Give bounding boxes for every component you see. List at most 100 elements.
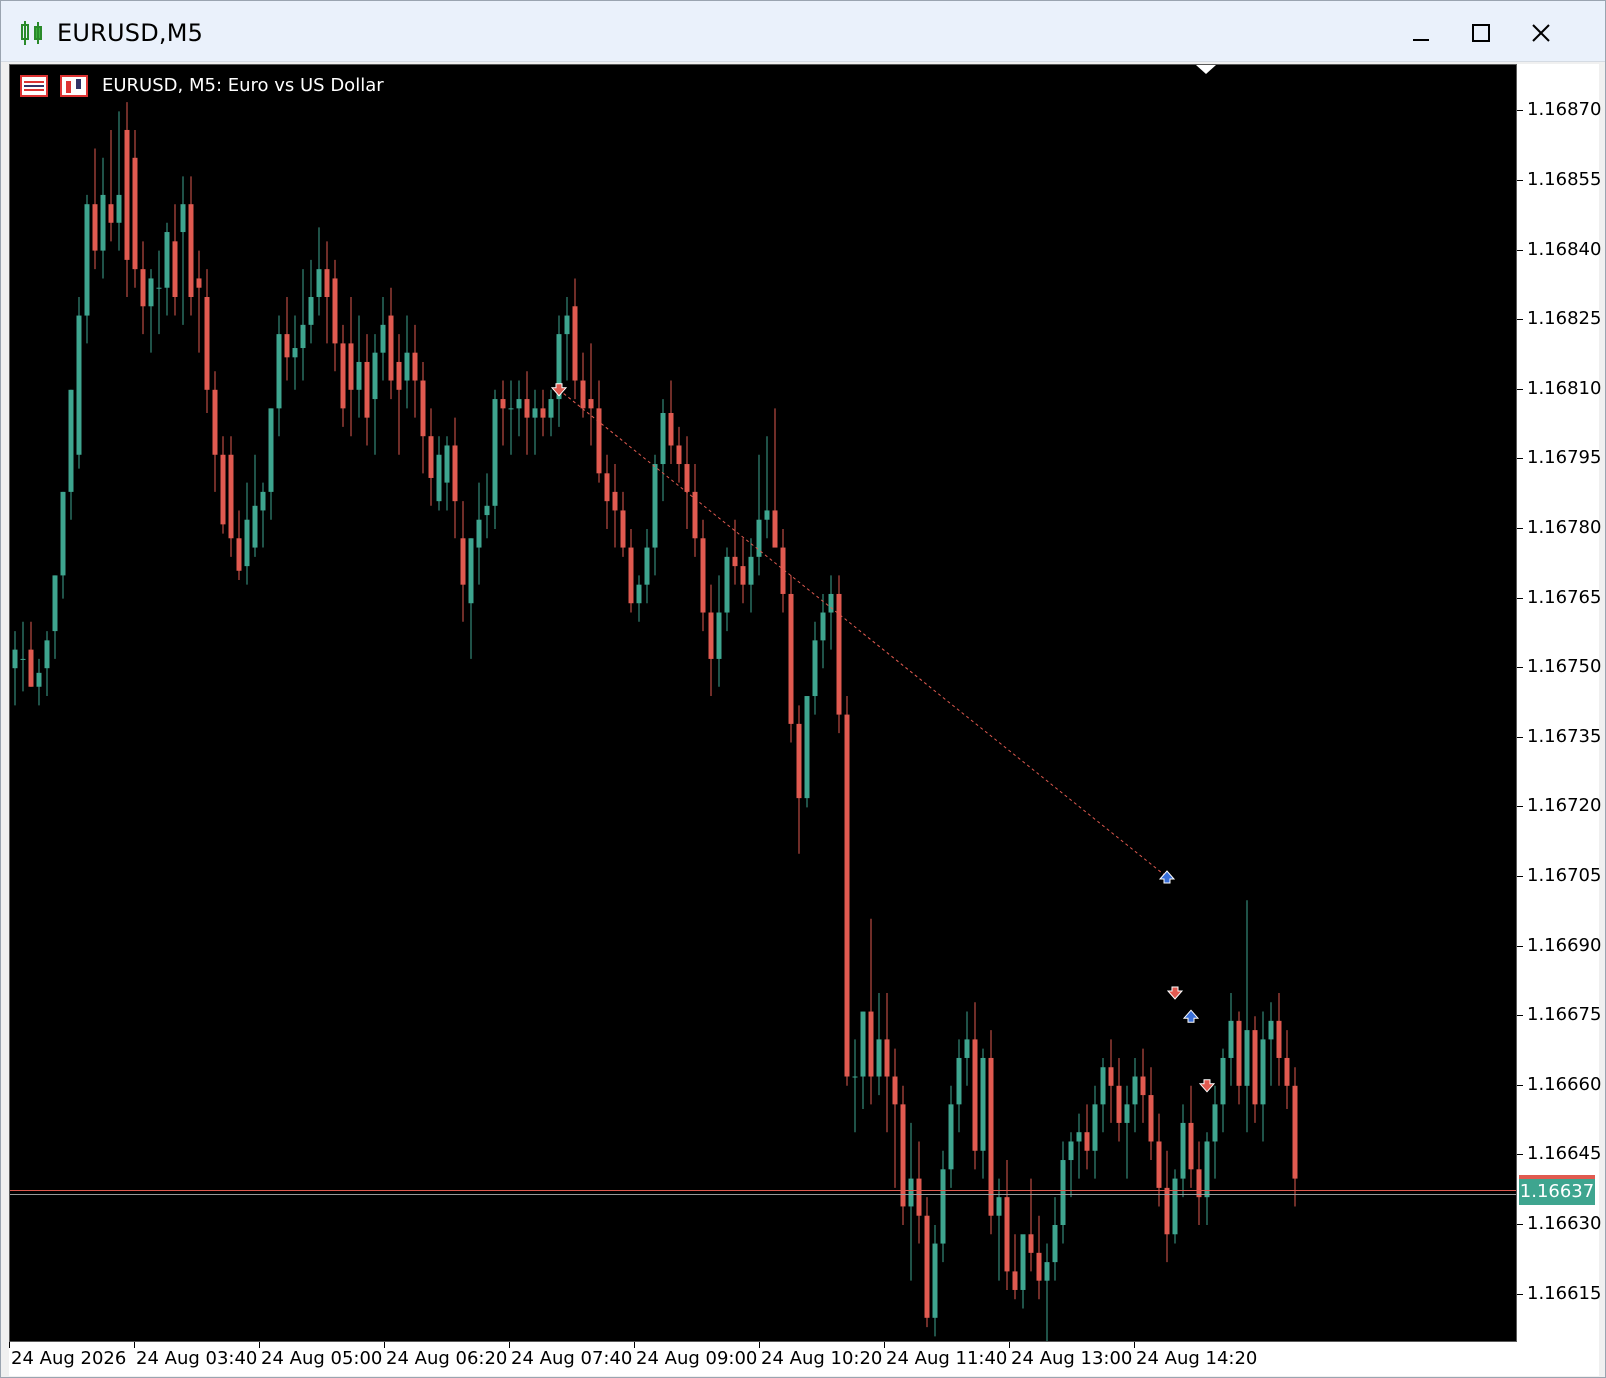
candle (828, 575, 834, 650)
candle (228, 436, 234, 557)
candle-body (348, 343, 354, 390)
trade-history-line[interactable] (558, 389, 1168, 878)
price-label: 1.16795 (1527, 447, 1602, 469)
trade-panel-icon[interactable] (20, 75, 48, 97)
candle (420, 361, 426, 474)
candle-body (372, 352, 378, 400)
candle (1180, 1104, 1186, 1198)
candle (1140, 1048, 1146, 1123)
candle (948, 1085, 954, 1188)
candle-body (500, 399, 506, 409)
candle-body (404, 352, 410, 381)
candle (180, 176, 186, 325)
close-button[interactable] (1511, 13, 1571, 53)
sell-arrow-icon[interactable] (1198, 1079, 1216, 1093)
candle-body (124, 129, 130, 260)
time-label: 24 Aug 14:20 (1136, 1348, 1258, 1369)
price-tick (1517, 597, 1523, 599)
price-chart[interactable]: EURUSD, M5: Euro vs US Dollar (9, 64, 1517, 1342)
candle-body (1108, 1067, 1114, 1086)
price-scale[interactable]: 1.16870 1.16855 1.16840 1.16825 1.16810 1.167… (1517, 64, 1602, 1342)
candle-body (916, 1178, 922, 1216)
candle-body (1292, 1085, 1298, 1179)
candle (564, 297, 570, 381)
candle-body (1180, 1122, 1186, 1179)
buy-arrow-icon[interactable] (1158, 870, 1176, 884)
candle (164, 222, 170, 316)
price-label: 1.16750 (1527, 656, 1602, 678)
candle (540, 389, 546, 437)
time-tick (634, 1342, 635, 1348)
candle (548, 389, 554, 437)
candle-body (156, 287, 162, 289)
candle-body (764, 510, 770, 520)
candle-body (1020, 1234, 1026, 1290)
candle-body (196, 278, 202, 288)
candle (692, 464, 698, 557)
candle (404, 315, 410, 409)
candle-body (1052, 1225, 1058, 1263)
candle (452, 417, 458, 539)
candle-body (1244, 1030, 1250, 1086)
chart-area[interactable]: EURUSD, M5: Euro vs US Dollar 1.16870 1.1… (9, 64, 1602, 1376)
candle-body (1236, 1020, 1242, 1086)
time-tick (259, 1342, 260, 1348)
shift-marker-icon[interactable] (1196, 65, 1216, 75)
candle-body (828, 593, 834, 613)
candle (900, 1085, 906, 1225)
minimize-button[interactable] (1391, 13, 1451, 53)
candle (364, 334, 370, 446)
candle (812, 621, 818, 715)
time-scale[interactable]: 24 Aug 2026 24 Aug 03:40 24 Aug 05:00 24 Au… (9, 1342, 1517, 1376)
candle-body (852, 1076, 858, 1078)
candle (796, 705, 802, 854)
candle (324, 241, 330, 344)
maximize-button[interactable] (1451, 13, 1511, 53)
time-tick (1134, 1342, 1135, 1348)
price-tick (1517, 736, 1523, 738)
time-label: 24 Aug 07:40 (511, 1348, 633, 1369)
buy-arrow-icon[interactable] (1182, 1009, 1200, 1023)
candles-layer[interactable] (10, 65, 1516, 1341)
candle (1044, 1243, 1050, 1341)
candle (652, 454, 658, 576)
current-price-tag: 1.16637 (1519, 1178, 1595, 1205)
candle-body (388, 315, 394, 381)
price-tick (1517, 806, 1523, 808)
candle-body (628, 547, 634, 604)
candle (620, 491, 626, 557)
candle (1204, 1132, 1210, 1225)
candle (68, 389, 74, 520)
candle (1188, 1085, 1194, 1188)
price-label: 1.16675 (1527, 1004, 1602, 1026)
time-label: 24 Aug 10:20 (761, 1348, 883, 1369)
candle (804, 696, 810, 808)
sell-arrow-icon[interactable] (1166, 986, 1184, 1000)
candle-body (420, 380, 426, 437)
candle (348, 297, 354, 437)
time-tick (759, 1342, 760, 1348)
candle-body (116, 194, 122, 223)
candle (716, 575, 722, 687)
candle-body (244, 519, 250, 567)
title-bar[interactable]: EURUSD,M5 (1, 1, 1605, 62)
minimize-icon (1413, 39, 1429, 41)
candle-body (860, 1011, 866, 1077)
price-tick (1517, 180, 1523, 181)
candle (500, 380, 506, 446)
candle-body (540, 408, 546, 418)
candle (268, 408, 274, 520)
candle-body (836, 593, 842, 715)
candle-body (1212, 1104, 1218, 1142)
candle-body (452, 445, 458, 502)
candle-body (300, 324, 306, 349)
candle (612, 464, 618, 548)
candle (524, 371, 530, 455)
candle-body (524, 399, 530, 418)
candle (572, 278, 578, 400)
candle (196, 250, 202, 353)
chart-properties-icon[interactable] (60, 75, 88, 97)
price-tick (1517, 876, 1523, 877)
candle-body (604, 473, 610, 502)
candle-body (660, 413, 666, 465)
